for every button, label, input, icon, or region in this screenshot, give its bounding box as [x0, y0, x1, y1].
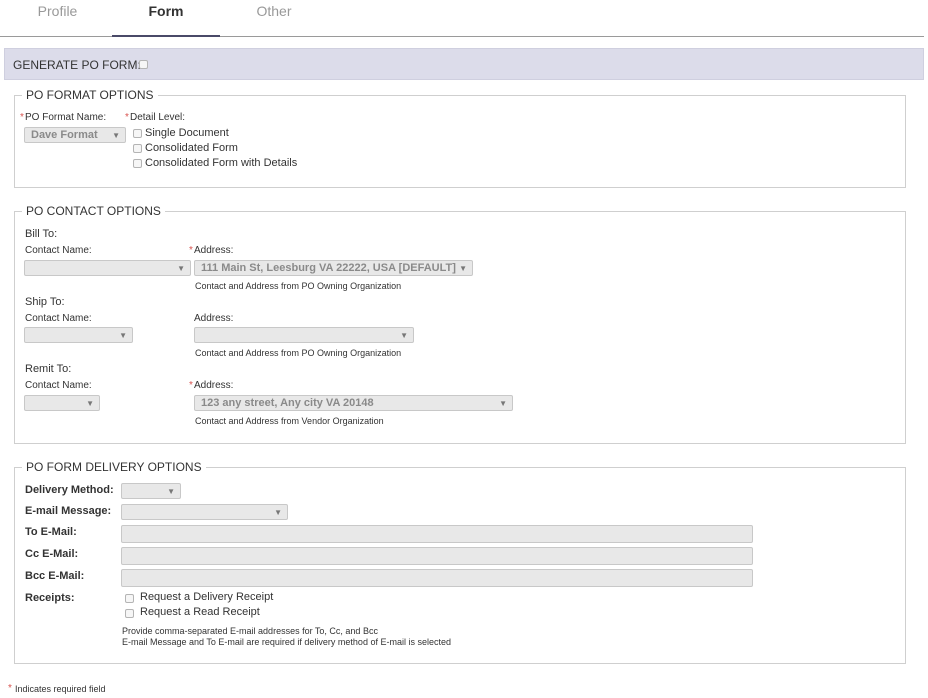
ship-to-contact-select[interactable]: ▼ [24, 327, 133, 343]
required-asterisk-icon: * [8, 683, 12, 694]
ship-to-note: Contact and Address from PO Owning Organ… [195, 348, 402, 358]
required-asterisk-icon: * [189, 380, 193, 391]
chevron-down-icon: ▼ [86, 399, 94, 408]
email-message-label: E-mail Message: [25, 505, 112, 517]
bill-to-contact-name-label: Contact Name: [25, 245, 92, 256]
cc-email-field[interactable] [121, 547, 753, 565]
read-receipt-checkbox[interactable] [125, 609, 134, 618]
detail-level-option-label: Consolidated Form with Details [145, 157, 298, 169]
bill-to-note: Contact and Address from PO Owning Organ… [195, 281, 402, 291]
to-email-label: To E-Mail: [25, 526, 77, 538]
po-delivery-options-legend: PO FORM DELIVERY OPTIONS [22, 460, 206, 474]
ship-to-address-label: Address: [194, 313, 234, 324]
chevron-down-icon: ▼ [119, 331, 127, 340]
remit-to-note: Contact and Address from Vendor Organiza… [195, 416, 384, 426]
ship-to-contact-name-label: Contact Name: [25, 313, 92, 324]
po-contact-options-legend: PO CONTACT OPTIONS [22, 204, 165, 218]
delivery-note-2: E-mail Message and To E-mail are require… [122, 637, 451, 647]
tab-other[interactable]: Other [220, 0, 328, 37]
consolidated-form-checkbox[interactable] [133, 144, 142, 153]
single-document-checkbox[interactable] [133, 129, 142, 138]
bill-to-address-select[interactable]: 111 Main St, Leesburg VA 22222, USA [DEF… [194, 260, 473, 276]
chevron-down-icon: ▼ [499, 399, 507, 408]
to-email-field[interactable] [121, 525, 753, 543]
generate-po-form-checkbox[interactable] [139, 60, 148, 69]
consolidated-form-details-checkbox[interactable] [133, 159, 142, 168]
remit-to-contact-name-label: Contact Name: [25, 380, 92, 391]
tab-bar: Profile Form Other [0, 0, 924, 37]
chevron-down-icon: ▼ [400, 331, 408, 340]
required-asterisk-icon: * [125, 112, 129, 123]
remit-to-title: Remit To: [25, 363, 72, 375]
required-asterisk-icon: * [20, 112, 24, 123]
chevron-down-icon: ▼ [459, 264, 467, 273]
po-format-options-legend: PO FORMAT OPTIONS [22, 88, 158, 102]
bill-to-contact-select[interactable]: ▼ [24, 260, 191, 276]
delivery-method-select[interactable]: ▼ [121, 483, 181, 499]
chevron-down-icon: ▼ [177, 264, 185, 273]
po-format-name-label: PO Format Name: [25, 112, 107, 123]
delivery-receipt-checkbox[interactable] [125, 594, 134, 603]
detail-level-label: Detail Level: [130, 112, 186, 123]
chevron-down-icon: ▼ [274, 508, 282, 517]
cc-email-label: Cc E-Mail: [25, 548, 79, 560]
delivery-receipt-label: Request a Delivery Receipt [140, 591, 274, 603]
email-message-select[interactable]: ▼ [121, 504, 288, 520]
po-format-name-select[interactable]: Dave Format ▼ [24, 127, 126, 143]
ship-to-address-select[interactable]: ▼ [194, 327, 414, 343]
read-receipt-label: Request a Read Receipt [140, 606, 260, 618]
remit-to-address-select[interactable]: 123 any street, Any city VA 20148 ▼ [194, 395, 513, 411]
generate-po-form-label: GENERATE PO FORM: [13, 58, 141, 72]
bill-to-title: Bill To: [25, 228, 58, 240]
ship-to-title: Ship To: [25, 296, 65, 308]
bill-to-address-label: Address: [194, 245, 234, 256]
bcc-email-field[interactable] [121, 569, 753, 587]
required-asterisk-icon: * [189, 245, 193, 256]
detail-level-option-label: Single Document [145, 127, 229, 139]
delivery-note-1: Provide comma-separated E-mail addresses… [122, 626, 378, 636]
tab-form[interactable]: Form [112, 0, 220, 37]
delivery-method-label: Delivery Method: [25, 484, 114, 496]
receipts-label: Receipts: [25, 592, 75, 604]
chevron-down-icon: ▼ [167, 487, 175, 496]
generate-po-form-bar: GENERATE PO FORM: [4, 48, 924, 80]
remit-to-contact-select[interactable]: ▼ [24, 395, 100, 411]
remit-to-address-label: Address: [194, 380, 234, 391]
chevron-down-icon: ▼ [112, 131, 120, 140]
required-field-note: Indicates required field [15, 684, 106, 694]
detail-level-option-label: Consolidated Form [145, 142, 238, 154]
bcc-email-label: Bcc E-Mail: [25, 570, 85, 582]
tab-profile[interactable]: Profile [0, 0, 115, 37]
